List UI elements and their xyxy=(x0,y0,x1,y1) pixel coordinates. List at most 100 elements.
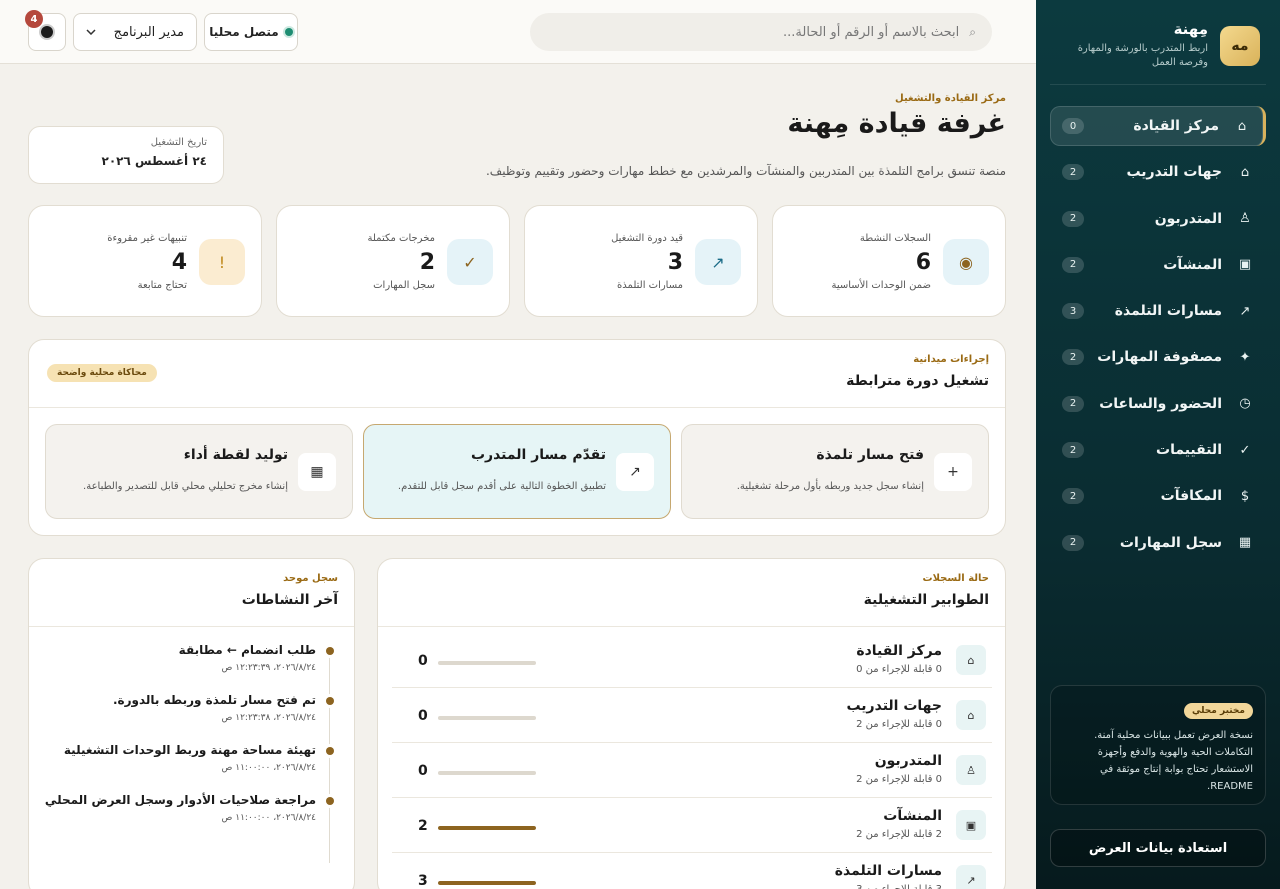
stat-value: 3 xyxy=(667,250,683,275)
brand[interactable]: مه مِهنة اربط المتدرب بالورشة والمهارة و… xyxy=(1050,18,1260,74)
sidebar-item[interactable]: ⌂ مركز القيادة 0 xyxy=(1050,106,1266,146)
queue-row[interactable]: ▣ المنشآت 2 قابلة للإجراء من 2 2 xyxy=(392,798,992,853)
field-actions-eyebrow: إجراءات ميدانية xyxy=(913,354,989,365)
stat-label: قيد دورة التشغيل xyxy=(611,233,683,244)
stat-card: ! تنبيهات غير مقروءة 4 تحتاج متابعة xyxy=(28,205,262,317)
activity-timestamp: ٢٠٢٦/٨/٢٤، ١٢:٢٣:٣٨ ص xyxy=(221,713,317,723)
stat-subtext: سجل المهارات xyxy=(373,280,435,291)
notifications-button[interactable]: 4 xyxy=(25,10,66,51)
queue-row-name: مسارات التلمذة xyxy=(834,863,942,879)
action-title: توليد لقطة أداء xyxy=(183,447,288,463)
queue-row-subtext: 2 قابلة للإجراء من 2 xyxy=(856,829,942,840)
nav-item-icon: ⌂ xyxy=(1240,164,1250,180)
queue-row-subtext: 0 قابلة للإجراء من 0 xyxy=(856,664,942,675)
nav-item-icon: ▣ xyxy=(1238,257,1252,273)
activity-timestamp: ٢٠٢٦/٨/٢٤، ١١:٠٠:٠٠ ص xyxy=(221,813,317,823)
topbar: ⌕ ابحث بالاسم أو الرقم أو الحالة... متصل… xyxy=(0,0,1036,64)
run-date-value: ٢٤ أغسطس ٢٠٢٦ xyxy=(101,154,207,168)
nav-item-icon: $ xyxy=(1240,488,1250,504)
notification-bell-icon xyxy=(41,26,53,38)
stat-label: تنبيهات غير مقروءة xyxy=(107,233,187,244)
queue-row-name: مركز القيادة xyxy=(856,643,942,659)
field-actions-title: تشغيل دورة مترابطة xyxy=(846,373,989,389)
nav-item-icon: ✦ xyxy=(1239,349,1251,365)
sidebar-item-label: الحضور والساعات xyxy=(1099,395,1222,412)
sidebar-item[interactable]: ✦ مصفوفة المهارات 2 xyxy=(1050,337,1266,377)
page-description: منصة تنسق برامج التلمذة بين المتدربين وا… xyxy=(485,164,1006,178)
open-apprenticeship-path-button[interactable]: + فتح مسار تلمذة إنشاء سجل جديد وربطه بأول… xyxy=(681,424,989,519)
activity-eyebrow: سجل موحد xyxy=(283,573,338,584)
activity-title: تم فتح مسار تلمذة وربطه بالدورة. xyxy=(112,693,316,707)
local-simulation-badge: محاكاة محلية واضحة xyxy=(47,364,157,382)
queue-row-value: 2 xyxy=(418,818,428,834)
nav-item-icon: ⌂ xyxy=(1237,118,1247,134)
panel-divider xyxy=(29,626,354,627)
page-eyebrow: مركز القيادة والتشغيل xyxy=(895,93,1006,104)
stat-value: 6 xyxy=(915,250,931,275)
generate-performance-snapshot-button[interactable]: ▦ توليد لقطة أداء إنشاء مخرج تحليلي محلي ق… xyxy=(45,424,353,519)
sidebar-item[interactable]: ⌂ جهات التدريب 2 xyxy=(1050,152,1266,192)
queue-row-value: 3 xyxy=(418,873,428,889)
activity-title: تهيئة مساحة مهنة وربط الوحدات التشغيلية xyxy=(63,743,316,757)
sidebar-item[interactable]: ✓ التقييمات 2 xyxy=(1050,430,1266,470)
sidebar-item-count: 2 xyxy=(1062,164,1084,181)
nav-item-icon: ▦ xyxy=(1238,535,1252,551)
activity-timestamp: ٢٠٢٦/٨/٢٤، ١٢:٢٣:٣٩ ص xyxy=(221,663,317,673)
sidebar-item-count: 0 xyxy=(1062,118,1084,134)
sidebar-item-count: 2 xyxy=(1062,210,1084,227)
timeline-dot-icon xyxy=(326,647,334,655)
stat-subtext: تحتاج متابعة xyxy=(137,280,187,291)
sidebar-divider xyxy=(1050,84,1266,85)
queues-eyebrow: حالة السجلات xyxy=(922,573,989,584)
online-status-label: متصل محليا xyxy=(209,25,279,39)
sidebar-item[interactable]: ◷ الحضور والساعات 2 xyxy=(1050,384,1266,424)
stat-value: 4 xyxy=(171,250,187,275)
timeline-dot-icon xyxy=(326,797,334,805)
queue-progress-bar xyxy=(438,826,536,830)
stat-card: ↗ قيد دورة التشغيل 3 مسارات التلمذة xyxy=(524,205,758,317)
queue-progress-bar xyxy=(438,716,536,720)
sidebar-item-label: التقييمات xyxy=(1156,442,1222,459)
sidebar-item-count: 2 xyxy=(1062,488,1084,505)
online-status-button[interactable]: متصل محليا xyxy=(204,13,298,51)
sidebar-item[interactable]: ↗ مسارات التلمذة 3 xyxy=(1050,291,1266,331)
queue-progress-fill xyxy=(438,881,536,885)
action-description: إنشاء مخرج تحليلي محلي قابل للتصدير والط… xyxy=(83,481,288,492)
timeline-line xyxy=(329,653,330,863)
restore-demo-data-button[interactable]: استعادة بيانات العرض xyxy=(1050,829,1266,867)
queue-row-name: المنشآت xyxy=(883,808,942,824)
search-icon: ⌕ xyxy=(969,24,976,39)
activity-title: آخر النشاطات xyxy=(241,592,338,608)
queue-row-icon: ♙ xyxy=(956,755,986,785)
stat-label: السجلات النشطة xyxy=(859,233,931,244)
activity-title: طلب انضمام ← مطابقة xyxy=(178,643,316,657)
sidebar-item[interactable]: $ المكافآت 2 xyxy=(1050,476,1266,516)
queue-progress-bar xyxy=(438,881,536,885)
sidebar-item-count: 3 xyxy=(1062,303,1084,320)
sidebar-item[interactable]: ♙ المتدربون 2 xyxy=(1050,199,1266,239)
sidebar-item[interactable]: ▦ سجل المهارات 2 xyxy=(1050,523,1266,563)
local-lab-card: مختبر محلي نسخة العرض تعمل ببيانات محلية… xyxy=(1050,685,1266,805)
run-date-label: تاريخ التشغيل xyxy=(150,137,207,148)
sidebar-item-count: 2 xyxy=(1062,442,1084,459)
sidebar-item-label: مسارات التلمذة xyxy=(1114,303,1222,320)
search-input[interactable]: ⌕ ابحث بالاسم أو الرقم أو الحالة... xyxy=(530,13,992,51)
queue-row-value: 0 xyxy=(418,653,428,669)
sidebar-item-label: المتدربون xyxy=(1154,210,1222,227)
sidebar-item-label: سجل المهارات xyxy=(1119,534,1222,551)
queue-row[interactable]: ⌂ جهات التدريب 0 قابلة للإجراء من 2 0 xyxy=(392,688,992,743)
sidebar-item[interactable]: ▣ المنشآت 2 xyxy=(1050,245,1266,285)
queue-row[interactable]: ↗ مسارات التلمذة 3 قابلة للإجراء من 3 3 xyxy=(392,853,992,889)
sidebar-item-count: 2 xyxy=(1062,534,1084,551)
queue-row-icon: ▣ xyxy=(956,810,986,840)
sidebar-item-count: 2 xyxy=(1062,256,1084,273)
advance-trainee-path-button[interactable]: ↗ تقدّم مسار المتدرب تطبيق الخطوة التالية … xyxy=(363,424,671,519)
sidebar-item-label: المكافآت xyxy=(1160,488,1222,505)
role-select[interactable]: مدير البرنامج xyxy=(73,13,197,51)
page-title: غرفة قيادة مِهنة xyxy=(787,108,1006,139)
queue-progress-fill xyxy=(438,826,536,830)
stat-icon: ! xyxy=(199,239,245,285)
search-placeholder: ابحث بالاسم أو الرقم أو الحالة... xyxy=(783,24,960,40)
queue-row[interactable]: ♙ المتدربون 0 قابلة للإجراء من 2 0 xyxy=(392,743,992,798)
queue-row[interactable]: ⌂ مركز القيادة 0 قابلة للإجراء من 0 0 xyxy=(392,633,992,688)
